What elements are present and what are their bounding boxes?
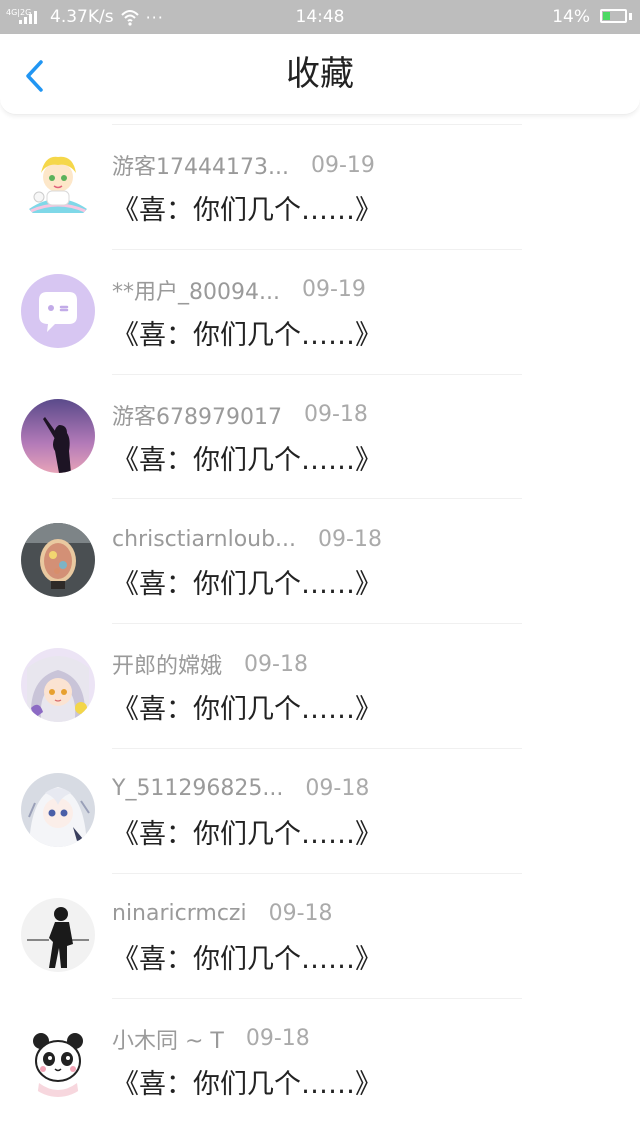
divider [112, 373, 522, 375]
status-time: 14:48 [295, 7, 345, 27]
status-bar: 4G|2G 4.37K/s ··· 14:48 14% [0, 0, 640, 34]
favorite-content[interactable]: 《喜：你们几个……》 [112, 937, 382, 976]
date: 09-19 [310, 152, 375, 178]
divider [112, 248, 522, 250]
date: 09-18 [268, 901, 333, 927]
favorite-content[interactable]: 《喜：你们几个……》 [112, 812, 382, 851]
favorite-content[interactable]: 《喜：你们几个……》 [112, 1062, 382, 1101]
date: 09-18 [318, 526, 382, 552]
date: 09-18 [305, 776, 370, 802]
list-item[interactable]: 游客678979017 09-18 《喜：你们几个……》 [0, 373, 640, 499]
date: 09-18 [244, 651, 308, 677]
divider [112, 498, 522, 500]
avatar[interactable] [21, 897, 95, 972]
avatar[interactable] [21, 523, 95, 598]
list-item[interactable]: Y_511296825... 09-18 《喜：你们几个……》 [0, 747, 640, 873]
username[interactable]: 游客678979017 [112, 399, 282, 431]
favorite-content[interactable]: 《喜：你们几个……》 [112, 188, 382, 227]
status-right: 14% [552, 0, 632, 34]
divider [112, 623, 522, 625]
item-meta: **用户_80094... 09-19 [112, 275, 366, 305]
battery-charging-icon [600, 9, 632, 25]
username[interactable]: 游客17444173... [112, 149, 289, 181]
page-title: 收藏 [286, 54, 354, 94]
username[interactable]: chrisctiarnloub... [112, 527, 296, 552]
username[interactable]: **用户_80094... [112, 274, 280, 306]
date: 09-18 [245, 1026, 310, 1052]
list-item[interactable]: ninaricrmczi 09-18 《喜：你们几个……》 [0, 872, 640, 998]
item-meta: chrisctiarnloub... 09-18 [112, 524, 382, 554]
divider [112, 124, 522, 125]
navigation-header: 收藏 [0, 34, 640, 115]
favorite-content[interactable]: 《喜：你们几个……》 [112, 562, 382, 601]
avatar[interactable] [21, 772, 95, 847]
item-meta: 游客678979017 09-18 [112, 400, 368, 430]
favorite-content[interactable]: 《喜：你们几个……》 [112, 438, 382, 477]
battery-percent: 14% [552, 7, 590, 27]
favorite-content[interactable]: 《喜：你们几个……》 [112, 313, 382, 352]
date: 09-18 [303, 402, 368, 428]
item-meta: 小木同 ~ T 09-18 [112, 1024, 310, 1054]
avatar[interactable] [21, 1022, 95, 1097]
avatar[interactable] [21, 149, 95, 223]
divider [112, 747, 522, 749]
item-meta: Y_511296825... 09-18 [112, 774, 369, 804]
username[interactable]: 小木同 ~ T [112, 1023, 224, 1055]
username[interactable]: 开郎的嫦娥 [112, 648, 222, 680]
list-item[interactable]: 游客17444173... 09-19 《喜：你们几个……》 [0, 124, 640, 249]
list-item[interactable]: chrisctiarnloub... 09-18 《喜：你们几个……》 [0, 498, 640, 623]
date: 09-19 [301, 277, 366, 303]
item-meta: 游客17444173... 09-19 [112, 149, 375, 181]
avatar[interactable] [21, 648, 95, 723]
list-item[interactable]: 开郎的嫦娥 09-18 《喜：你们几个……》 [0, 623, 640, 748]
username[interactable]: Y_511296825... [112, 776, 283, 801]
favorite-content[interactable]: 《喜：你们几个……》 [112, 687, 382, 726]
favorites-list: 游客17444173... 09-19 《喜：你们几个……》 **用户_8009… [0, 124, 640, 1122]
list-item[interactable]: 小木同 ~ T 09-18 《喜：你们几个……》 [0, 997, 640, 1123]
username[interactable]: ninaricrmczi [112, 901, 247, 926]
divider [112, 997, 522, 999]
avatar[interactable] [21, 273, 95, 348]
divider [112, 872, 522, 874]
list-item[interactable]: **用户_80094... 09-19 《喜：你们几个……》 [0, 248, 640, 374]
item-meta: 开郎的嫦娥 09-18 [112, 648, 308, 680]
item-meta: ninaricrmczi 09-18 [112, 899, 333, 929]
avatar[interactable] [21, 398, 95, 473]
